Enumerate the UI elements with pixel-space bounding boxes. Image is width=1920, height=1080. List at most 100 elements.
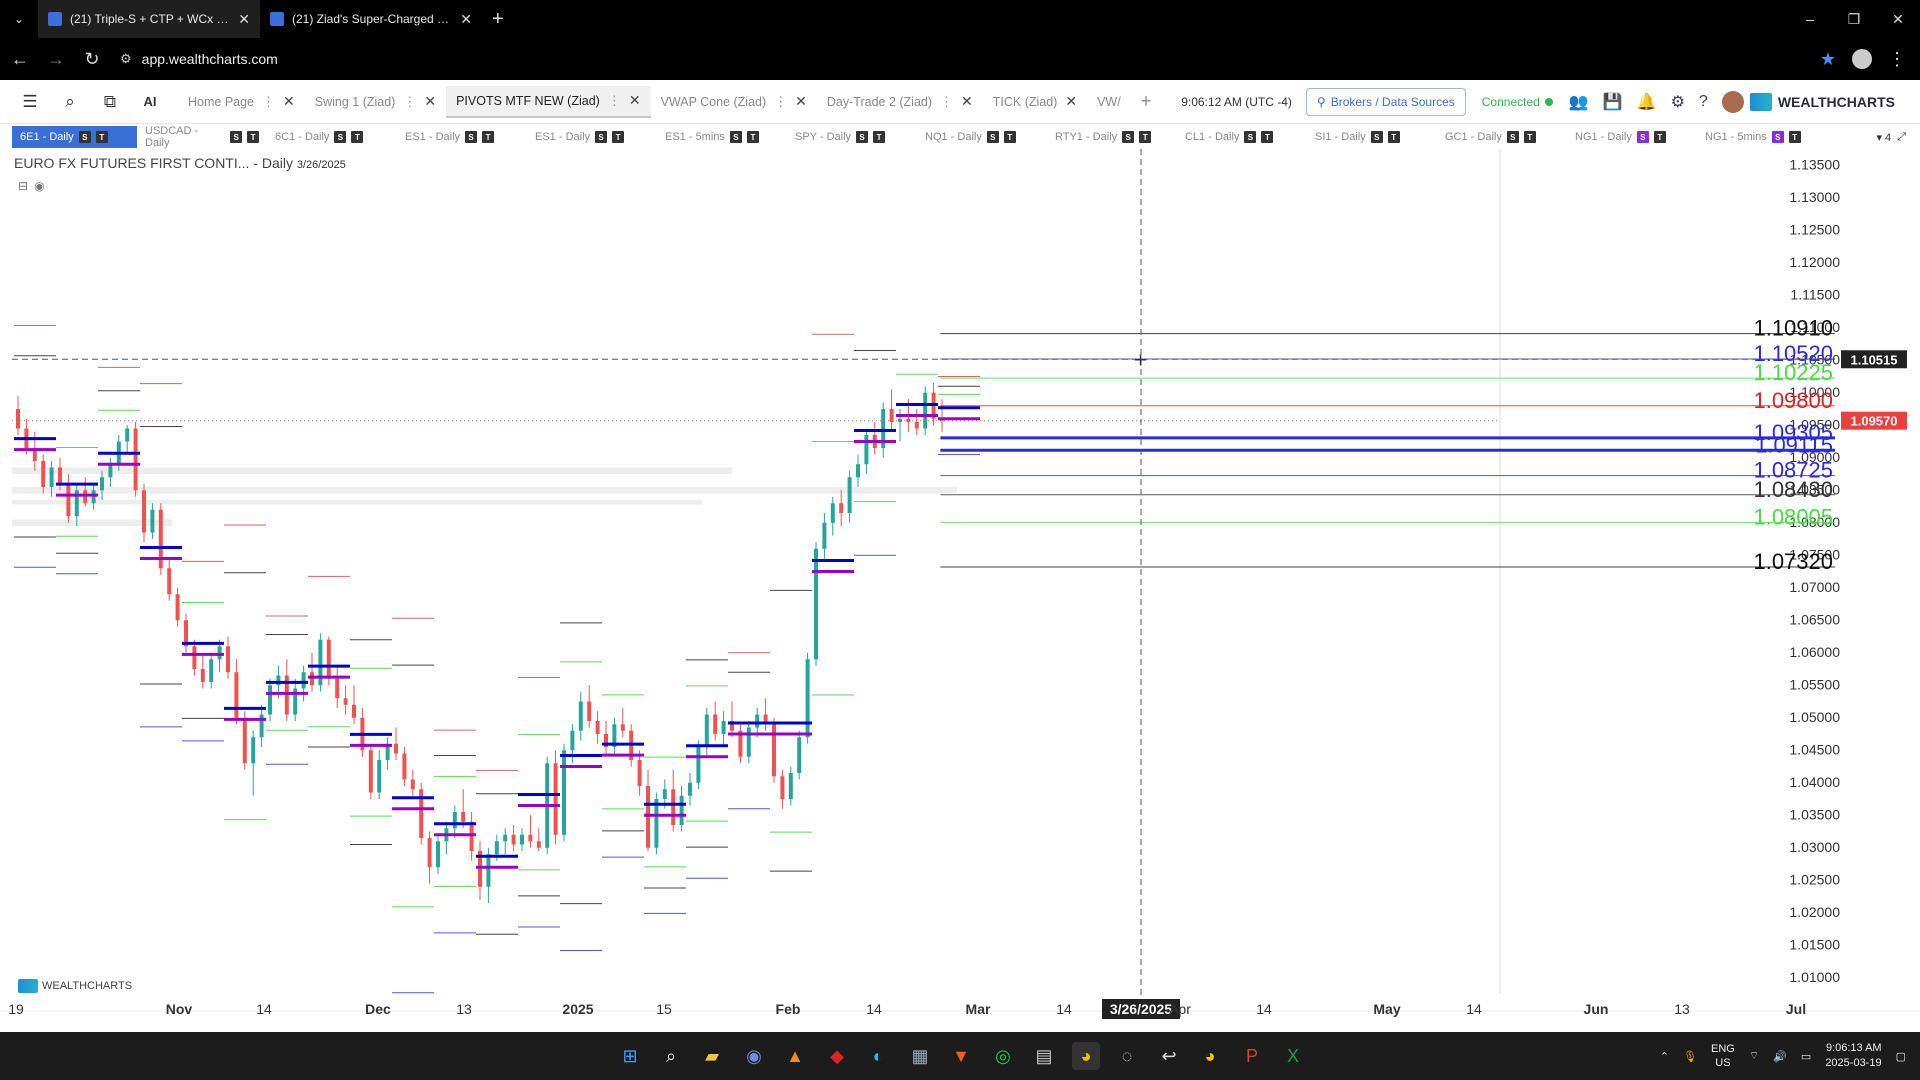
restore-button[interactable]: ❐ [1832, 0, 1876, 38]
symbol-badge-t[interactable]: T [247, 131, 259, 143]
candle-body[interactable] [646, 786, 650, 848]
candle-body[interactable] [528, 834, 533, 842]
brave-icon[interactable]: ▼ [947, 1042, 975, 1070]
candle-body[interactable] [226, 646, 230, 673]
candle-body[interactable] [688, 782, 692, 796]
symbol-badge-s[interactable]: S [595, 131, 608, 143]
symbol-tab[interactable]: ES1 - 5mins S T [657, 126, 787, 148]
browser-tab-2[interactable]: (21) Ziad's Super-Charged Layo ✕ [260, 0, 482, 38]
layouts-icon[interactable]: ⧉ [90, 80, 130, 124]
layout-tab[interactable]: Swing 1 (Ziad) ⋮ ✕ [305, 86, 446, 118]
tab-options-icon[interactable]: ⋮ [403, 94, 416, 110]
close-tab-icon[interactable]: ✕ [238, 11, 250, 28]
candle-body[interactable] [167, 568, 172, 595]
microphone-icon[interactable]: 🎙 [1683, 1050, 1697, 1063]
candle-body[interactable] [427, 838, 432, 868]
symbol-badge-t[interactable]: T [1788, 131, 1801, 143]
candle-body[interactable] [175, 594, 180, 621]
symbol-badge-s[interactable]: S [1122, 131, 1135, 143]
candle-body[interactable] [654, 799, 659, 848]
new-tab-button[interactable]: + [482, 8, 514, 31]
candle-body[interactable] [486, 854, 491, 887]
symbol-tab[interactable]: RTY1 - Daily S T [1047, 126, 1177, 148]
close-tab-icon[interactable]: ✕ [629, 92, 641, 109]
candle-body[interactable] [713, 714, 718, 735]
candle-body[interactable] [469, 821, 474, 851]
candle-body[interactable] [66, 483, 71, 517]
symbol-tab[interactable]: NG1 - Daily S T [1567, 126, 1697, 148]
app-icon[interactable]: ◌ [1113, 1042, 1141, 1070]
symbol-badge-s[interactable]: S [986, 131, 999, 143]
close-tab-icon[interactable]: ✕ [961, 93, 973, 110]
symbol-badge-t[interactable]: T [873, 131, 886, 143]
forward-button[interactable]: → [40, 43, 72, 75]
candle-body[interactable] [150, 509, 155, 533]
candle-body[interactable] [536, 841, 541, 848]
symbol-tab[interactable]: GC1 - Daily S T [1437, 126, 1567, 148]
candle-body[interactable] [436, 841, 440, 868]
symbol-tab[interactable]: SPY - Daily S T [787, 126, 917, 148]
symbol-tab[interactable]: NQ1 - Daily S T [917, 126, 1047, 148]
candle-body[interactable] [704, 714, 709, 748]
candle-body[interactable] [217, 646, 222, 660]
candle-body[interactable] [587, 701, 592, 722]
bookmark-star-icon[interactable]: ★ [1820, 49, 1836, 70]
file-explorer-icon[interactable]: ▰ [698, 1042, 726, 1070]
candle-body[interactable] [494, 841, 499, 855]
more-symbols-button[interactable]: ▾ 4 [1876, 131, 1891, 144]
symbol-badge-s[interactable]: S [856, 131, 869, 143]
candle-body[interactable] [200, 669, 205, 682]
chart-panel[interactable]: 1.13500 1.13000 1.12500 1.12000 1.11500 1.110… [0, 149, 1920, 1032]
candle-body[interactable] [108, 464, 113, 478]
candle-body[interactable] [100, 477, 104, 491]
start-icon[interactable]: ⊞ [616, 1042, 644, 1070]
wifi-icon[interactable]: ⌔ [1749, 1049, 1759, 1063]
symbol-badge-t[interactable]: T [351, 131, 364, 143]
candle-body[interactable] [192, 646, 197, 669]
tab-options-icon[interactable]: ⋮ [262, 94, 275, 110]
candle-body[interactable] [142, 490, 146, 533]
candle-body[interactable] [326, 639, 331, 679]
layout-tab[interactable]: VW/ [1087, 86, 1131, 118]
symbol-badge-t[interactable]: T [1387, 131, 1400, 143]
symbol-badge-s[interactable]: S [230, 131, 243, 143]
profile-icon[interactable] [1852, 49, 1872, 69]
symbol-tab[interactable]: CL1 - Daily S T [1177, 126, 1307, 148]
avatar[interactable] [1721, 90, 1744, 113]
candle-body[interactable] [755, 714, 760, 728]
candle-body[interactable] [49, 467, 54, 488]
price-axis[interactable] [1500, 149, 1920, 1032]
symbol-badge-s[interactable]: S [1636, 131, 1649, 143]
battery-icon[interactable]: ▭ [1801, 1050, 1811, 1063]
symbol-badge-t[interactable]: T [1523, 131, 1536, 143]
expand-icon[interactable]: ⤢ [1897, 131, 1906, 144]
candle-body[interactable] [696, 747, 701, 783]
candle-body[interactable] [839, 503, 844, 513]
save-icon[interactable]: 💾 [1603, 92, 1623, 112]
powerpoint-icon[interactable]: P [1238, 1042, 1266, 1070]
tab-options-icon[interactable]: ⋮ [774, 94, 787, 110]
close-tab-icon[interactable]: ✕ [283, 93, 295, 110]
symbol-badge-t[interactable]: T [746, 131, 759, 143]
symbol-badge-s[interactable]: S [1370, 131, 1383, 143]
symbol-tab[interactable]: NG1 - 5mins S T [1697, 126, 1827, 148]
candle-body[interactable] [797, 737, 802, 773]
close-window-button[interactable]: ✕ [1876, 0, 1920, 38]
symbol-badge-s[interactable]: S [1244, 131, 1257, 143]
candle-body[interactable] [746, 727, 751, 757]
candle-body[interactable] [847, 477, 852, 513]
candle-body[interactable] [671, 789, 676, 825]
layout-tab[interactable]: PIVOTS MTF NEW (Ziad) ⋮ ✕ [446, 85, 651, 118]
layout-tab[interactable]: Day-Trade 2 (Ziad) ⋮ ✕ [817, 86, 983, 118]
system-clock[interactable]: 9:06:13 AM 2025-03-19 [1825, 1041, 1881, 1071]
app-icon[interactable]: ↩ [1155, 1042, 1183, 1070]
candle-body[interactable] [679, 795, 684, 825]
browser-menu-icon[interactable]: ⋮ [1888, 49, 1906, 70]
candle-body[interactable] [410, 779, 415, 790]
reload-button[interactable]: ↻ [76, 43, 108, 75]
candle-body[interactable] [16, 409, 20, 429]
candle-body[interactable] [368, 750, 373, 793]
candle-body[interactable] [83, 490, 88, 504]
candle-body[interactable] [578, 701, 583, 731]
candle-body[interactable] [133, 428, 138, 491]
